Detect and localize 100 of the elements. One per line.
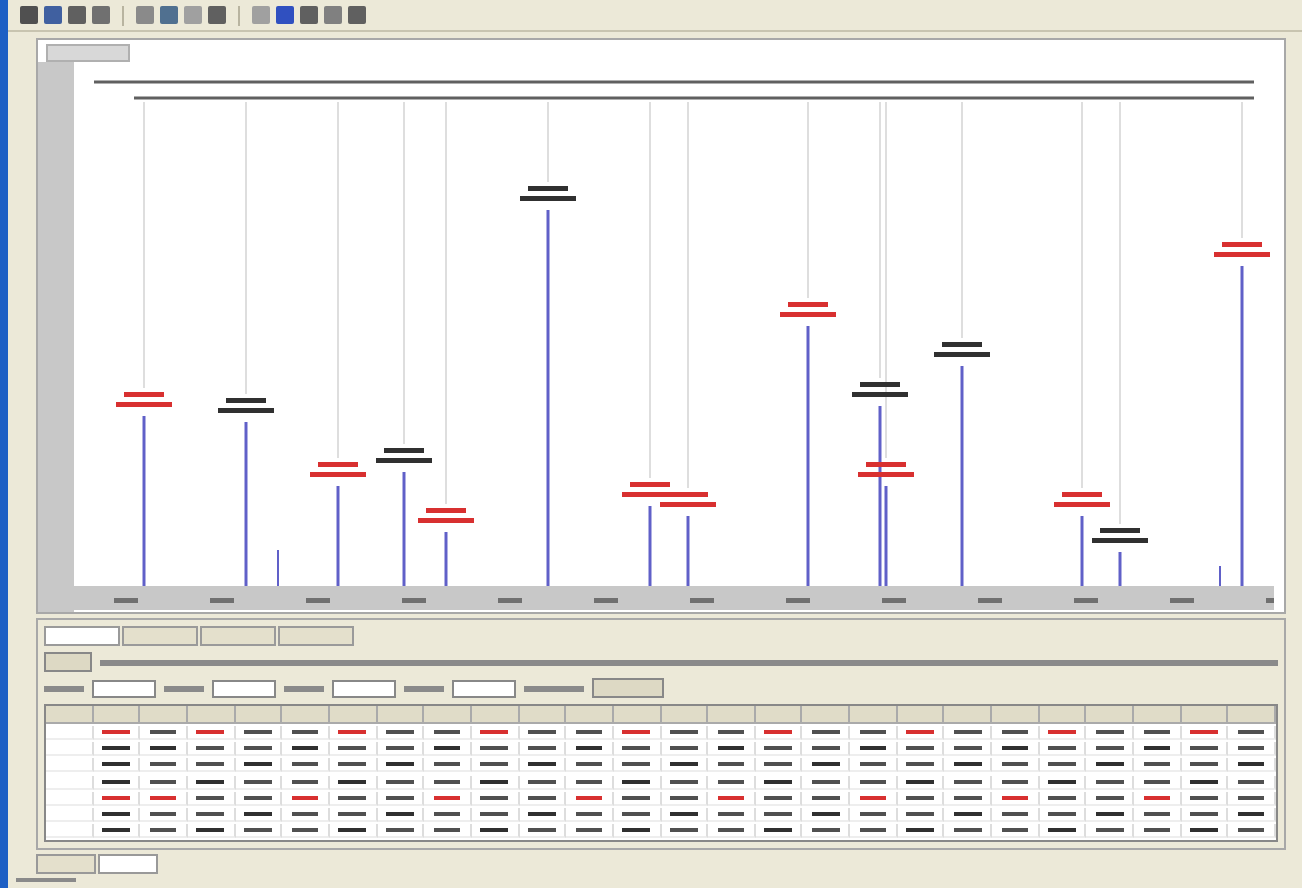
column-header[interactable]: [992, 706, 1040, 725]
cell-mark: [433, 795, 461, 800]
cell-mark: [338, 827, 367, 832]
panel-button[interactable]: [44, 652, 92, 673]
cell-mark: [480, 762, 508, 767]
document-tab[interactable]: [36, 853, 96, 874]
column-header[interactable]: [140, 706, 188, 725]
column-header[interactable]: [424, 706, 472, 725]
input-field[interactable]: [332, 679, 396, 698]
column-header[interactable]: [519, 706, 567, 725]
panel-tab[interactable]: [200, 626, 276, 647]
cell-mark: [433, 827, 461, 832]
column-header[interactable]: [1039, 706, 1087, 725]
cell-mark: [291, 795, 319, 800]
cell-mark: [291, 746, 319, 751]
cell-mark: [906, 827, 934, 832]
cell-mark: [953, 811, 982, 816]
cell-mark: [244, 762, 272, 767]
blurred-label: [524, 685, 584, 692]
cell-mark: [196, 795, 225, 800]
column-header[interactable]: [755, 706, 803, 725]
cell-mark: [953, 730, 982, 735]
column-header[interactable]: [93, 706, 141, 725]
cell-mark: [953, 779, 982, 784]
cell-mark: [670, 795, 698, 800]
cell-mark: [433, 811, 461, 816]
column-header[interactable]: [850, 706, 898, 725]
cell-mark: [386, 811, 414, 816]
panel-tab[interactable]: [278, 626, 354, 647]
cell-mark: [528, 730, 556, 735]
cell-mark: [291, 779, 319, 784]
column-header[interactable]: [661, 706, 709, 725]
column-header[interactable]: [944, 706, 993, 725]
column-header[interactable]: [566, 706, 614, 725]
input-field[interactable]: [92, 679, 156, 698]
cell-mark: [811, 730, 840, 735]
cell-mark: [433, 730, 461, 735]
column-header[interactable]: [282, 706, 330, 725]
cell-mark: [1048, 827, 1076, 832]
cell-mark: [1190, 811, 1218, 816]
cell-mark: [480, 827, 508, 832]
window-tab[interactable]: [46, 44, 130, 63]
blurred-label: [164, 685, 204, 692]
cell-mark: [196, 730, 225, 735]
cell-mark: [906, 811, 934, 816]
cell-mark: [149, 811, 177, 816]
column-header[interactable]: [471, 706, 520, 725]
cell-mark: [244, 746, 272, 751]
cell-mark: [480, 746, 508, 751]
column-header[interactable]: [802, 706, 851, 725]
cell-mark: [575, 779, 603, 784]
cell-mark: [1237, 795, 1265, 800]
column-header[interactable]: [377, 706, 425, 725]
column-header[interactable]: [46, 706, 94, 725]
column-header[interactable]: [187, 706, 236, 725]
cell-mark: [1095, 762, 1123, 767]
column-header[interactable]: [329, 706, 378, 725]
cell-mark: [811, 779, 840, 784]
column-header[interactable]: [1181, 706, 1229, 725]
cell-mark: [528, 762, 556, 767]
cell-mark: [149, 827, 177, 832]
column-header[interactable]: [1228, 706, 1276, 725]
cell-mark: [1001, 827, 1029, 832]
peak-line: [336, 486, 340, 587]
panel-tab[interactable]: [44, 626, 120, 647]
document-tab[interactable]: [98, 853, 158, 874]
cell-mark: [670, 762, 698, 767]
cell-mark: [622, 811, 650, 816]
column-header[interactable]: [235, 706, 283, 725]
cell-mark: [717, 746, 745, 751]
column-header[interactable]: [1134, 706, 1182, 725]
cell-mark: [338, 779, 367, 784]
cell-mark: [717, 730, 745, 735]
panel-button[interactable]: [592, 678, 664, 699]
input-field[interactable]: [452, 679, 516, 698]
column-header[interactable]: [613, 706, 661, 725]
column-header[interactable]: [708, 706, 756, 725]
cell-mark: [859, 762, 887, 767]
column-header[interactable]: [1086, 706, 1135, 725]
cell-mark: [670, 811, 698, 816]
cell-mark: [670, 730, 698, 735]
panel-tab[interactable]: [122, 626, 198, 647]
cell-mark: [764, 746, 792, 751]
cell-mark: [811, 762, 840, 767]
cell-mark: [1190, 827, 1218, 832]
cell-mark: [859, 811, 887, 816]
cell-mark: [528, 779, 556, 784]
cell-mark: [622, 779, 650, 784]
cell-mark: [575, 827, 603, 832]
input-field[interactable]: [212, 679, 276, 698]
cell-mark: [575, 730, 603, 735]
cell-mark: [622, 730, 650, 735]
cell-mark: [1190, 762, 1218, 767]
column-header[interactable]: [897, 706, 945, 725]
cell-mark: [953, 762, 982, 767]
cell-mark: [291, 762, 319, 767]
cell-mark: [149, 795, 177, 800]
cell-mark: [386, 795, 414, 800]
cell-mark: [1143, 827, 1171, 832]
cell-mark: [528, 811, 556, 816]
